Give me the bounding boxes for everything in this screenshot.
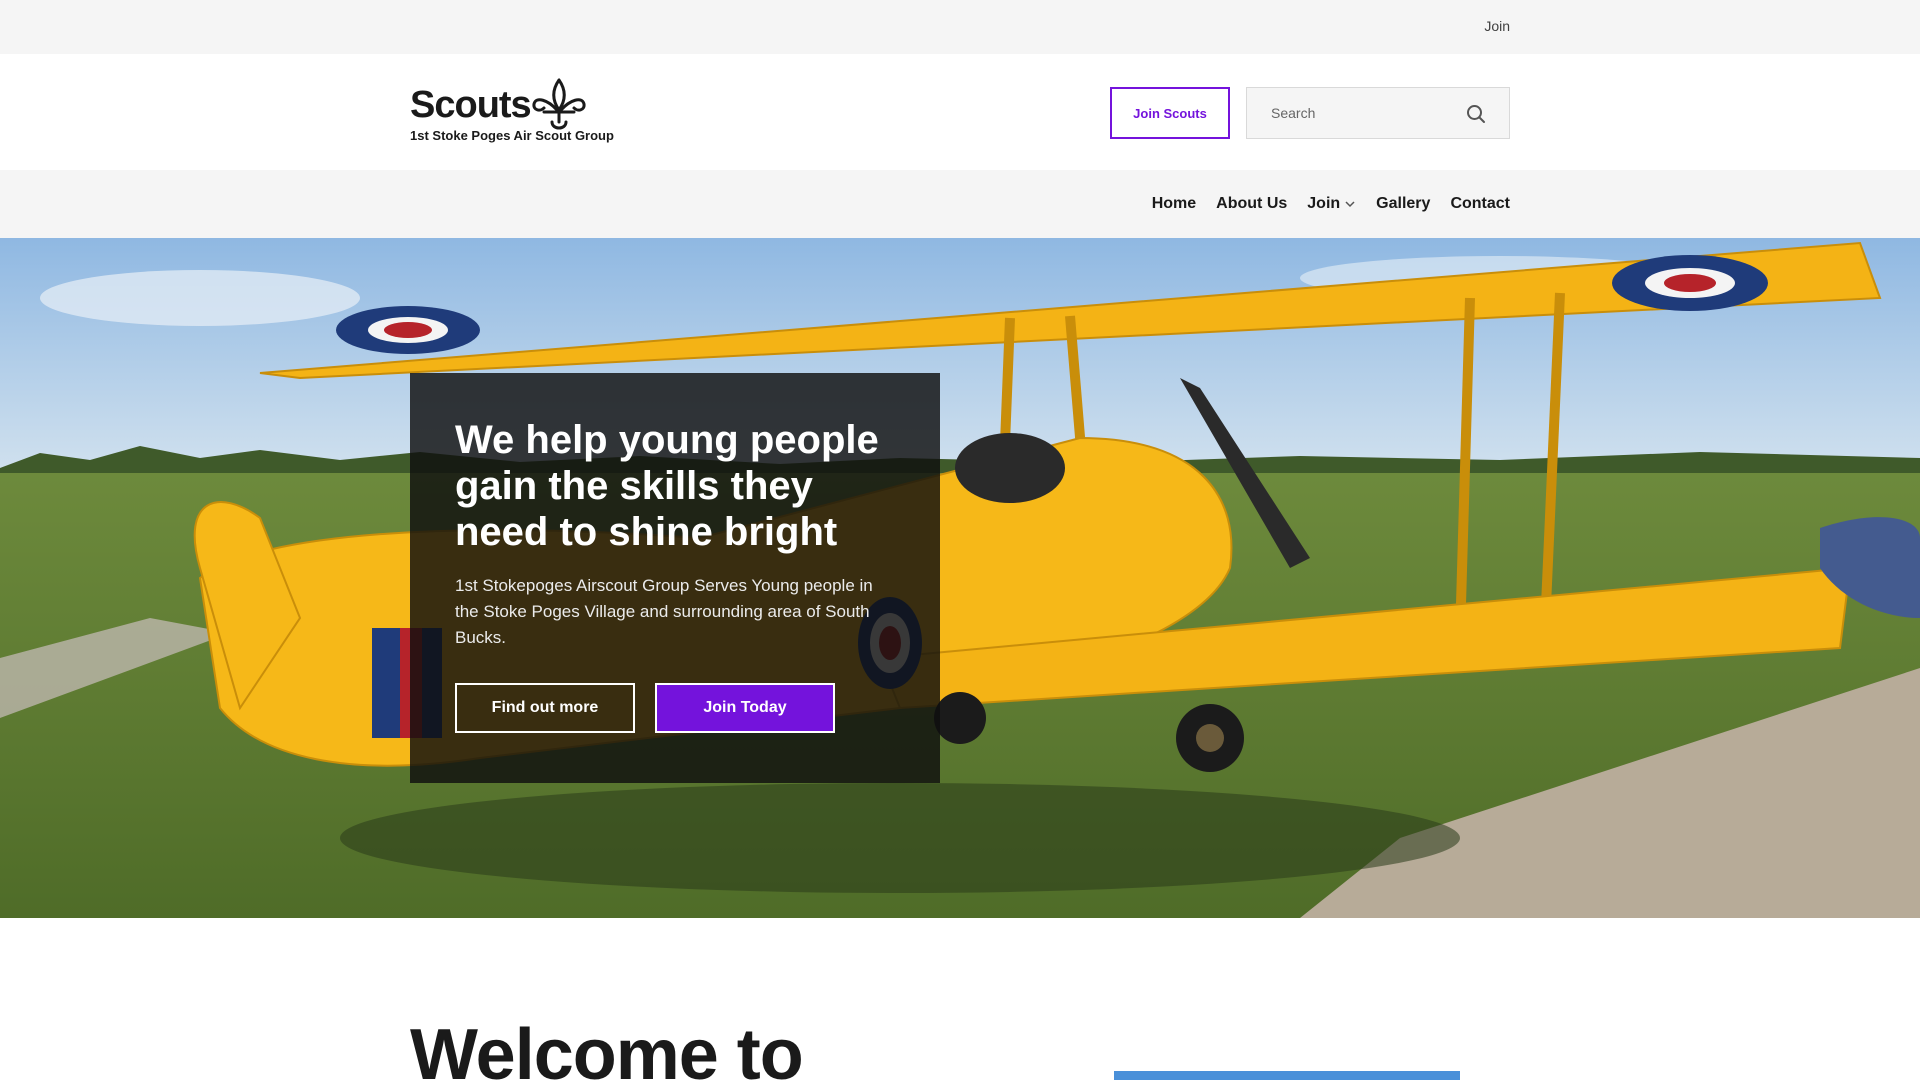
logo-subtitle: 1st Stoke Poges Air Scout Group (410, 128, 614, 143)
join-today-button[interactable]: Join Today (655, 683, 835, 733)
join-scouts-button[interactable]: Join Scouts (1110, 87, 1230, 139)
nav-item-about-us[interactable]: About Us (1216, 195, 1287, 213)
find-out-more-button[interactable]: Find out more (455, 683, 635, 733)
chevron-down-icon (1345, 201, 1355, 208)
hero-panel: We help young people gain the skills the… (410, 373, 940, 783)
nav-item-label: Contact (1450, 195, 1510, 212)
nav-item-home[interactable]: Home (1152, 195, 1196, 213)
nav-item-join[interactable]: Join (1307, 195, 1356, 213)
scouts-logo[interactable]: Scouts 1st Stoke Poges Air Scout Group (410, 78, 640, 148)
fleur-de-lis-icon (532, 78, 586, 130)
nav-item-contact[interactable]: Contact (1450, 195, 1510, 213)
nav-item-label: Gallery (1376, 195, 1431, 212)
nav-item-label: Join (1307, 195, 1341, 212)
nav-list: Home About Us Join Gallery Contact (1152, 170, 1510, 238)
search-input[interactable] (1247, 88, 1467, 138)
main-nav: Home About Us Join Gallery Contact (0, 170, 1920, 238)
utility-bar: Join (0, 0, 1920, 54)
nav-item-gallery[interactable]: Gallery (1376, 195, 1430, 213)
nav-item-label: Home (1151, 195, 1197, 212)
hero-title: We help young people gain the skills the… (455, 418, 879, 554)
search-icon[interactable] (1465, 103, 1487, 125)
hero-biplane-image (0, 238, 1920, 918)
hero-description: 1st Stokepoges Airscout Group Serves You… (455, 576, 873, 647)
site-header: Scouts 1st Stoke Poges Air Scout Group J… (0, 54, 1920, 170)
logo-wordmark: Scouts (410, 84, 532, 126)
welcome-title: Welcome to (410, 1015, 804, 1080)
utility-join-link[interactable]: Join (1484, 18, 1510, 34)
search-box (1246, 87, 1510, 139)
nav-item-label: About Us (1216, 195, 1288, 212)
hero-section: We help young people gain the skills the… (0, 238, 1920, 918)
welcome-image (1114, 1071, 1460, 1080)
